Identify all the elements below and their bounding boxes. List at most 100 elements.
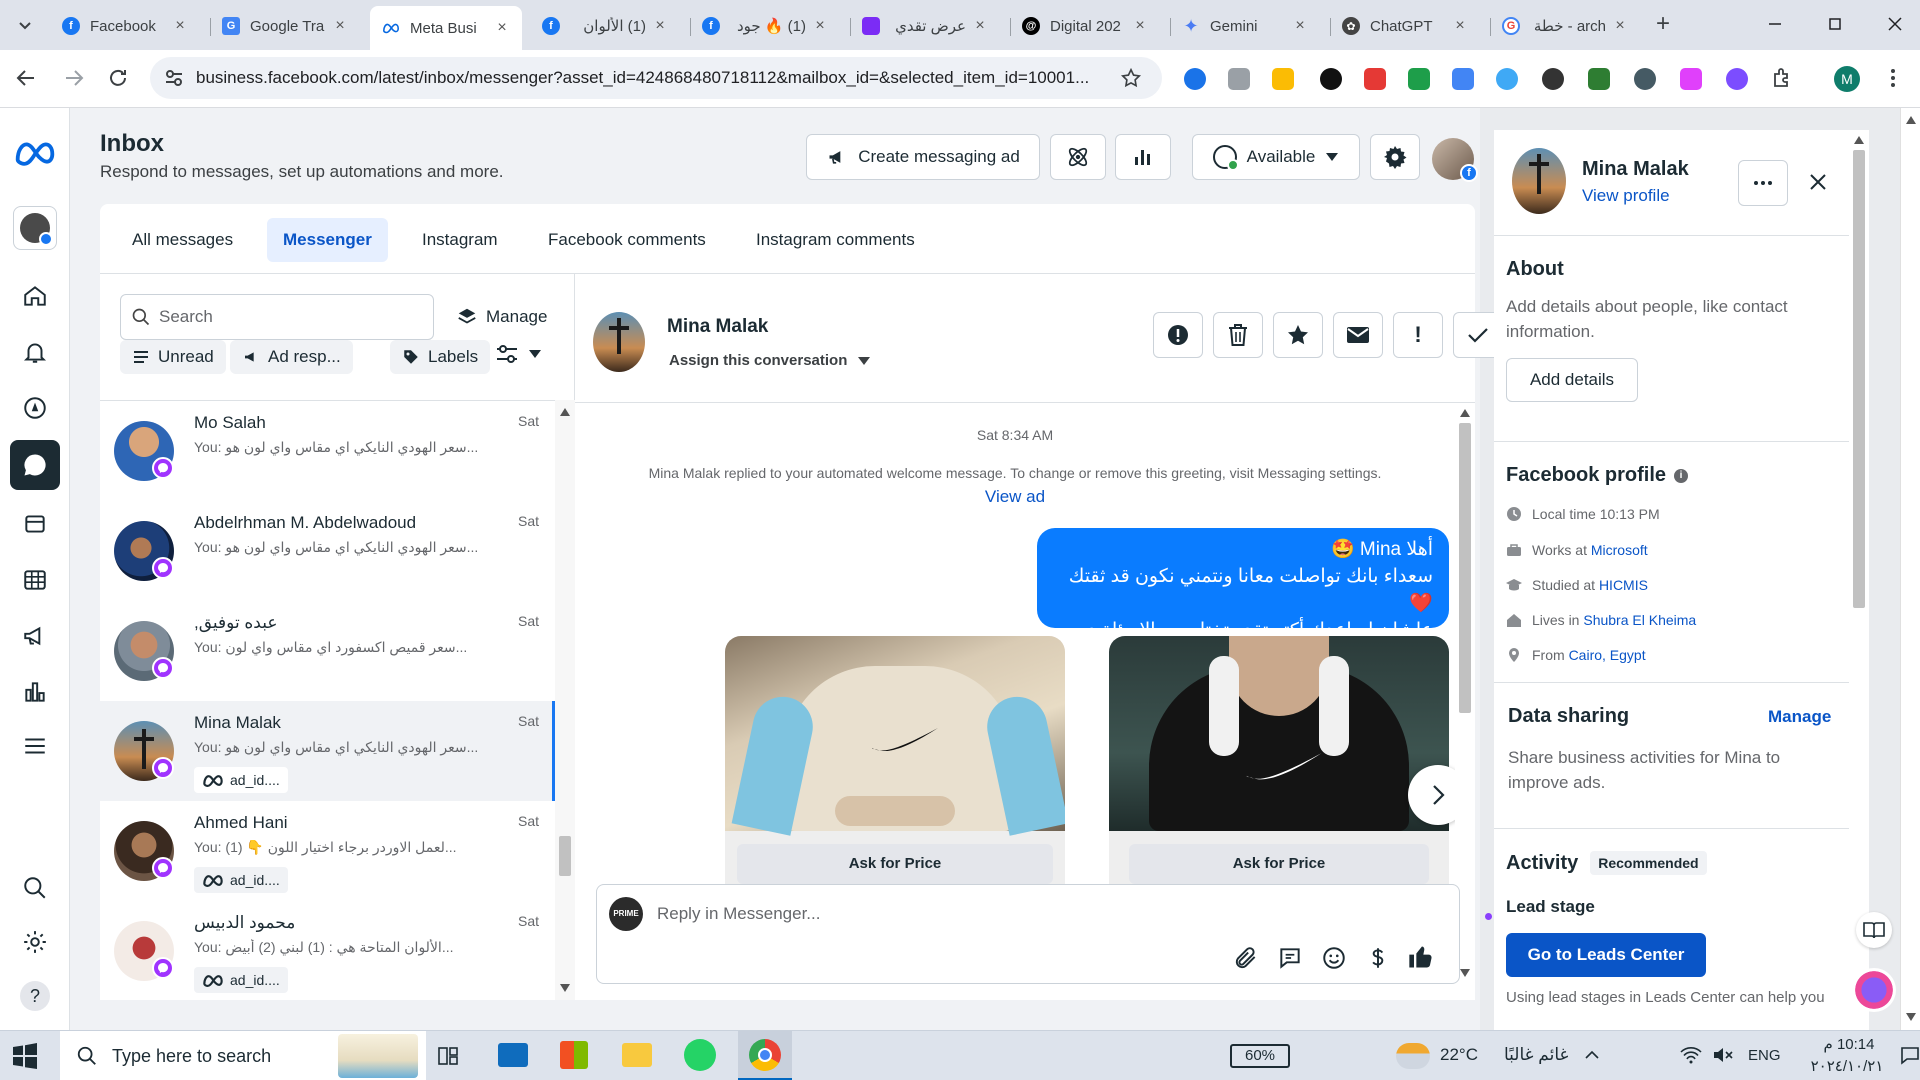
search-input[interactable]: Search [120, 294, 434, 340]
extension-icon[interactable] [1542, 68, 1564, 90]
view-profile-link[interactable]: View profile [1582, 186, 1670, 206]
reply-input[interactable]: Reply in Messenger... [657, 897, 1357, 931]
extension-icon[interactable] [1408, 68, 1430, 90]
panel-scrollbar-thumb[interactable] [1853, 150, 1865, 608]
go-to-leads-center-button[interactable]: Go to Leads Center [1506, 933, 1706, 977]
extensions-puzzle-icon[interactable] [1770, 66, 1794, 90]
info-icon[interactable]: i [1674, 468, 1689, 483]
tab-all-messages[interactable]: All messages [116, 218, 249, 262]
list-scrollbar-thumb[interactable] [559, 836, 571, 876]
ask-price-button[interactable]: Ask for Price [1129, 844, 1429, 884]
extension-icon[interactable] [1634, 68, 1656, 90]
close-tab-icon[interactable]: × [1132, 17, 1148, 35]
nav-planner[interactable] [13, 386, 57, 430]
extension-icon[interactable] [1272, 68, 1294, 90]
whatsapp-app-icon[interactable] [684, 1039, 716, 1071]
conversation-item[interactable]: محمود الدبيس You: الألوان المتاحة هي : (… [100, 901, 555, 1000]
profile-avatar[interactable]: M [1834, 66, 1860, 92]
reading-mode-icon[interactable] [1856, 912, 1892, 948]
close-tab-icon[interactable]: × [652, 17, 668, 35]
paperclip-icon[interactable] [1233, 945, 1259, 971]
contact-avatar[interactable] [593, 312, 645, 372]
taskbar-search-box[interactable]: Type here to search [60, 1031, 426, 1080]
delete-button[interactable] [1213, 312, 1263, 358]
filter-unread[interactable]: Unread [120, 340, 226, 374]
close-tab-icon[interactable]: × [1452, 17, 1468, 35]
nav-business-avatar[interactable] [13, 206, 57, 250]
close-tab-icon[interactable]: × [972, 17, 988, 35]
extension-icon[interactable] [1184, 68, 1206, 90]
extension-icon[interactable] [1496, 68, 1518, 90]
thumbs-up-icon[interactable] [1407, 943, 1435, 971]
ai-assistant-icon[interactable] [1852, 968, 1896, 1012]
nav-help[interactable]: ? [13, 974, 57, 1018]
panel-scrollbar[interactable] [1849, 130, 1869, 1030]
assign-conversation-dropdown[interactable]: Assign this conversation [669, 352, 871, 369]
ask-price-button[interactable]: Ask for Price [737, 844, 1053, 884]
network-icon[interactable] [1680, 1045, 1702, 1065]
task-view-icon[interactable] [436, 1044, 460, 1068]
extension-icon[interactable] [1452, 68, 1474, 90]
tab-instagram-comments[interactable]: Instagram comments [740, 218, 931, 262]
payment-dollar-icon[interactable] [1365, 945, 1391, 971]
nav-ads[interactable] [13, 614, 57, 658]
tab-instagram[interactable]: Instagram [406, 218, 514, 262]
works-link[interactable]: Microsoft [1591, 542, 1648, 558]
contact-avatar[interactable] [1512, 148, 1566, 214]
bookmark-star-icon[interactable] [1120, 67, 1142, 89]
extension-icon[interactable] [1228, 68, 1250, 90]
chrome-app-icon[interactable] [738, 1031, 792, 1080]
clock-time[interactable]: 10:14 م [1808, 1035, 1890, 1053]
nav-search[interactable] [13, 866, 57, 910]
meta-logo-icon[interactable] [13, 140, 57, 166]
nav-insights[interactable] [13, 670, 57, 714]
extension-icon[interactable] [1680, 68, 1702, 90]
manage-button[interactable]: Manage [456, 300, 547, 334]
conversation-item-selected[interactable]: Mina Malak You: سعر الهودي النايكي اي مق… [100, 701, 555, 801]
reload-button[interactable] [106, 66, 130, 90]
nav-inbox[interactable] [10, 440, 60, 490]
close-tab-icon[interactable]: × [812, 17, 828, 35]
address-bar[interactable]: business.facebook.com/latest/inbox/messe… [150, 57, 1162, 99]
battery-indicator[interactable]: 60% [1230, 1044, 1290, 1068]
close-tab-icon[interactable]: × [494, 19, 510, 37]
browser-tab-facebook-colors[interactable]: f (1) الألوان × [530, 8, 680, 44]
close-tab-icon[interactable]: × [1292, 17, 1308, 35]
report-spam-button[interactable] [1153, 312, 1203, 358]
tray-chevron-up-icon[interactable] [1584, 1048, 1600, 1060]
availability-dropdown[interactable]: Available [1192, 134, 1360, 180]
nav-content[interactable] [13, 502, 57, 546]
volume-muted-icon[interactable] [1712, 1045, 1734, 1065]
thread-scrollbar-thumb[interactable] [1459, 423, 1471, 713]
notifications-icon[interactable] [1900, 1045, 1920, 1065]
insights-button[interactable] [1115, 134, 1171, 180]
inbox-settings-button[interactable] [1370, 134, 1420, 180]
input-language[interactable]: ENG [1748, 1047, 1781, 1064]
nav-notifications[interactable] [13, 330, 57, 374]
lives-link[interactable]: Shubra El Kheima [1583, 612, 1696, 628]
browser-tab-facebook[interactable]: f Facebook × [50, 8, 200, 44]
browser-tab-google-translate[interactable]: G Google Tra × [210, 8, 360, 44]
browser-tab-digital[interactable]: @ Digital 202 × [1010, 8, 1160, 44]
browser-tab-google-search[interactable]: G arch - خطة × [1490, 8, 1640, 44]
minimize-button[interactable] [1760, 14, 1790, 34]
add-details-button[interactable]: Add details [1506, 358, 1638, 402]
browser-tab-facebook-2[interactable]: f (1) 🔥 جود × [690, 8, 840, 44]
file-explorer-icon[interactable] [622, 1043, 652, 1067]
clock-date[interactable]: ٢٠٢٤/١٠/٢١ [1798, 1057, 1896, 1075]
more-options-button[interactable] [1738, 160, 1788, 206]
data-sharing-manage-link[interactable]: Manage [1768, 707, 1831, 727]
tab-search-button[interactable] [10, 12, 40, 38]
weather-icon[interactable] [1396, 1043, 1430, 1069]
close-window-button[interactable] [1880, 14, 1910, 34]
saved-replies-icon[interactable] [1277, 945, 1303, 971]
site-settings-icon[interactable] [164, 68, 184, 88]
filter-labels[interactable]: Labels [390, 340, 491, 374]
nav-settings[interactable] [13, 920, 57, 964]
emoji-icon[interactable] [1321, 945, 1347, 971]
star-button[interactable] [1273, 312, 1323, 358]
tab-facebook-comments[interactable]: Facebook comments [532, 218, 722, 262]
filter-ad-responses[interactable]: Ad resp... [230, 340, 353, 374]
browser-tab-gemini[interactable]: ✦ Gemini × [1170, 8, 1320, 44]
close-tab-icon[interactable]: × [332, 17, 348, 35]
